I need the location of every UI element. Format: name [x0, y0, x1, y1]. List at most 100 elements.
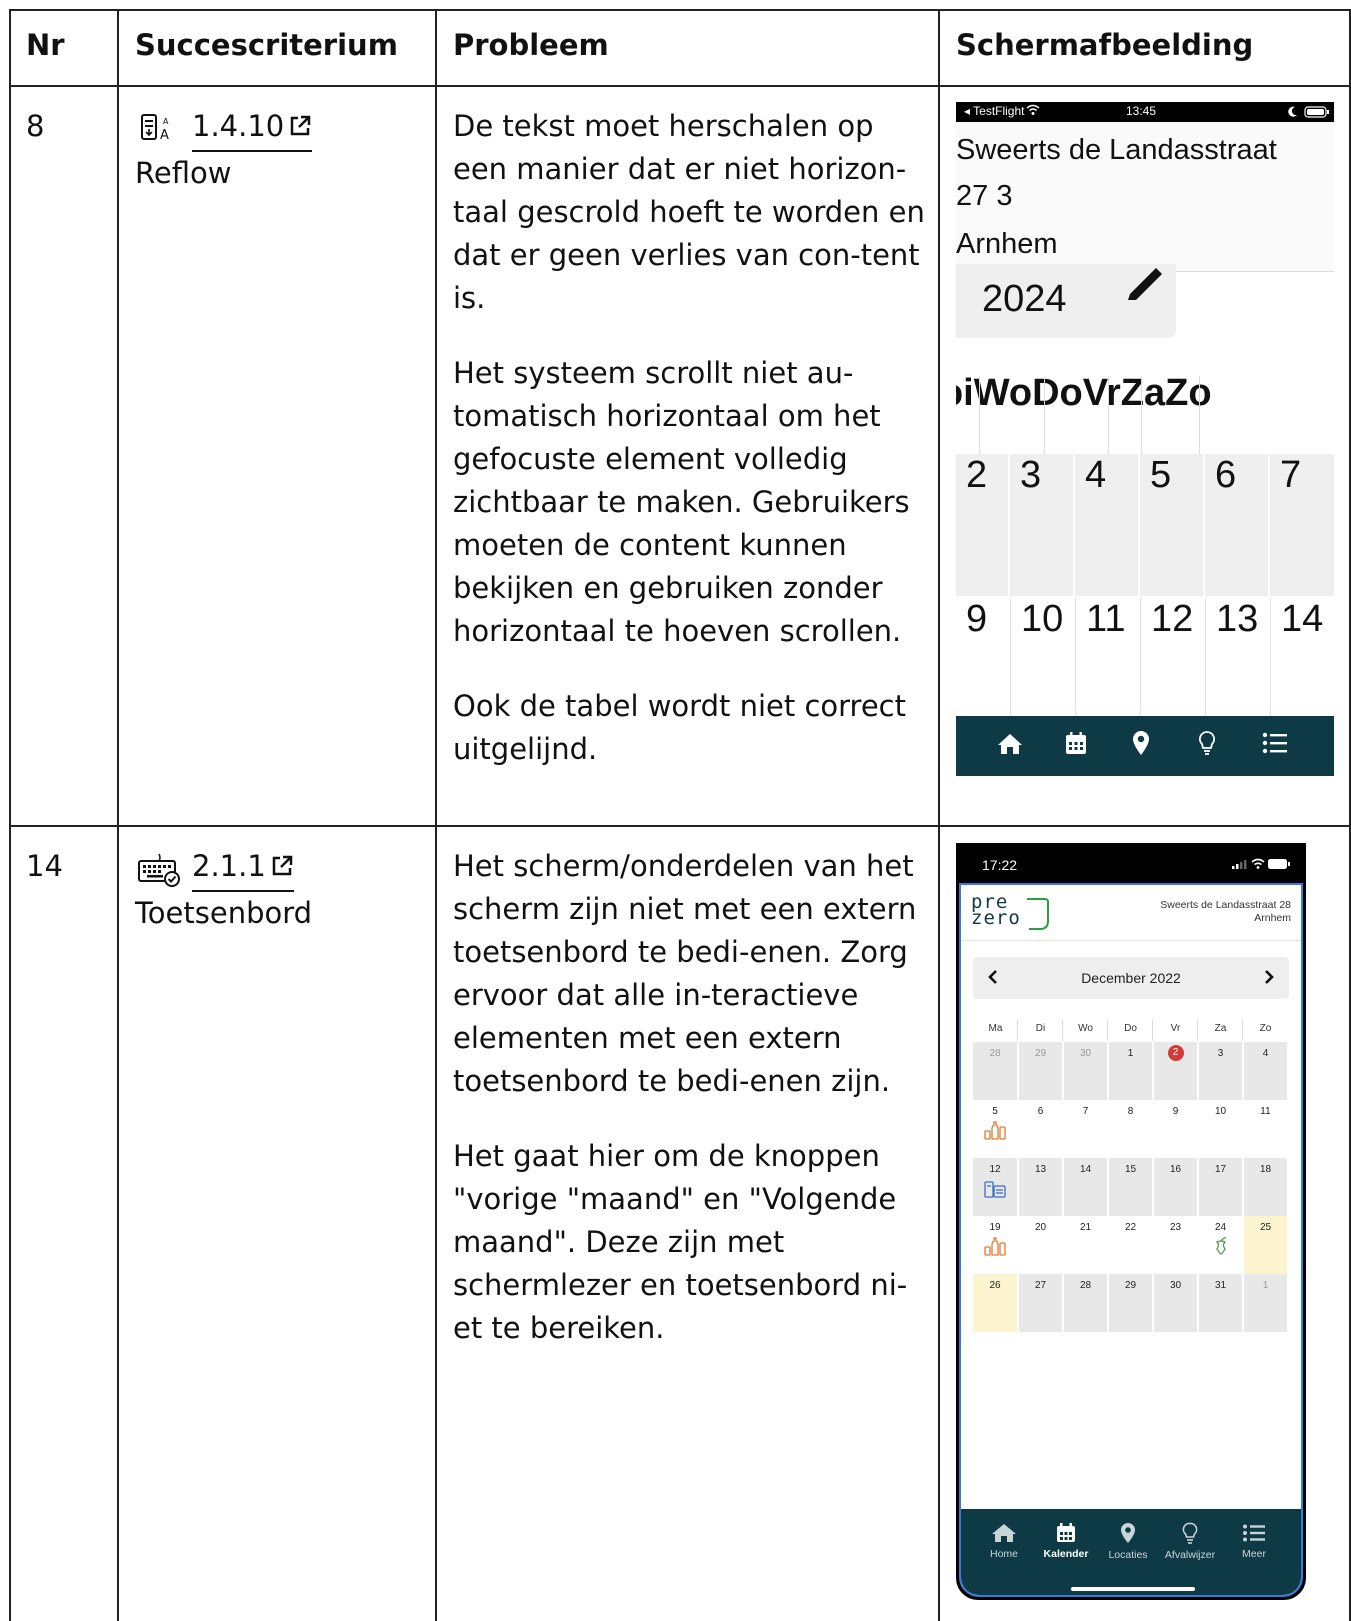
day-cell[interactable]: 14 — [1063, 1158, 1107, 1216]
day-cell[interactable]: 1 — [1108, 1042, 1152, 1100]
location-icon[interactable] — [1132, 730, 1150, 761]
criterion-code: 2.1.1 — [192, 849, 266, 883]
list-icon[interactable] — [1262, 732, 1288, 759]
day-cell[interactable]: 28 — [973, 1042, 1017, 1100]
day-cell[interactable]: 20 — [1018, 1216, 1062, 1274]
bottom-nav — [956, 716, 1334, 776]
day-cell[interactable]: 13 — [1018, 1158, 1062, 1216]
nav-home[interactable]: Home — [973, 1509, 1035, 1579]
day-cell[interactable]: 15 — [1108, 1158, 1152, 1216]
day-cell[interactable]: 28 — [1063, 1274, 1107, 1332]
day-cell[interactable]: 16 — [1153, 1158, 1197, 1216]
day-cell[interactable]: 25 — [1243, 1216, 1287, 1274]
weekday-label: Wo — [1078, 1023, 1093, 1034]
status-bar: ◂ TestFlight 13:45 — [956, 102, 1334, 122]
day-number: 5 — [992, 1106, 998, 1117]
day-cell[interactable]: 13 — [1205, 598, 1268, 716]
day-number: 22 — [1124, 1222, 1137, 1233]
day-cell[interactable]: 1 — [1243, 1274, 1287, 1332]
day-cell[interactable]: 3 — [1010, 454, 1073, 596]
day-cell[interactable]: 17 — [1198, 1158, 1242, 1216]
next-month-button[interactable] — [1263, 968, 1275, 989]
day-cell[interactable]: 6 — [1018, 1100, 1062, 1158]
day-cell[interactable]: 7 — [1270, 454, 1334, 596]
day-number: 26 — [989, 1280, 1001, 1291]
day-number: 16 — [1169, 1164, 1182, 1175]
nav-kalender[interactable]: Kalender — [1035, 1509, 1097, 1579]
day-cell[interactable]: 22 — [1108, 1216, 1152, 1274]
day-cell[interactable]: 11 — [1243, 1100, 1287, 1158]
bulb-icon[interactable] — [1198, 730, 1216, 761]
criterion-link-1-4-10[interactable]: 1.4.10 — [192, 105, 313, 152]
day-cell[interactable]: 6 — [1205, 454, 1268, 596]
day-number: 17 — [1214, 1164, 1227, 1175]
day-number: 12 — [989, 1164, 1001, 1175]
signal-icon — [1232, 857, 1292, 874]
day-number: 28 — [989, 1048, 1001, 1059]
day-cell[interactable]: 29 — [1108, 1274, 1152, 1332]
status-time: 13:45 — [1126, 104, 1157, 118]
day-cell[interactable]: 11 — [1075, 598, 1138, 716]
calendar-icon[interactable] — [1065, 731, 1087, 760]
calendar-icon — [1055, 1523, 1077, 1546]
day-cell[interactable]: 12 — [1140, 598, 1203, 716]
status-left: ◂ TestFlight — [964, 104, 1025, 118]
day-cell[interactable]: 18 — [1243, 1158, 1287, 1216]
problem-text: De tekst moet herschalen op een manier d… — [453, 105, 928, 803]
day-cell[interactable]: 23 — [1153, 1216, 1197, 1274]
day-cell[interactable]: 10 — [1010, 598, 1073, 716]
day-cell[interactable]: 7 — [1063, 1100, 1107, 1158]
problem-paragraph: Het scherm/onderdelen van het scherm zij… — [453, 849, 917, 1098]
criterion-code: 1.4.10 — [192, 109, 285, 143]
day-cell[interactable]: 5 — [1140, 454, 1203, 596]
day-cell[interactable]: 30 — [1153, 1274, 1197, 1332]
day-number: 3 — [1217, 1048, 1224, 1059]
bottles-waste-icon — [973, 1236, 1017, 1259]
problem-text: Het scherm/onderdelen van het scherm zij… — [453, 845, 928, 1382]
problem-paragraph: De tekst moet herschalen op een manier d… — [453, 109, 925, 315]
location-icon — [1120, 1522, 1136, 1547]
day-cell[interactable]: 9 — [1153, 1100, 1197, 1158]
day-cell[interactable]: 30 — [1063, 1042, 1107, 1100]
weekday-label: Vr — [1170, 1023, 1181, 1034]
day-cell[interactable]: 31 — [1198, 1274, 1242, 1332]
day-cell[interactable]: 26 — [973, 1274, 1017, 1332]
nav-afvalwijzer[interactable]: Afvalwijzer — [1159, 1509, 1221, 1579]
day-cell[interactable]: 10 — [1198, 1100, 1242, 1158]
pencil-icon[interactable] — [1126, 264, 1166, 305]
nav-label: Home — [989, 1548, 1018, 1560]
day-cell[interactable]: 2 — [1153, 1042, 1197, 1100]
day-cell[interactable]: 24 — [1198, 1216, 1242, 1274]
row-divider — [9, 825, 1351, 827]
address-line: Arnhem — [1254, 912, 1291, 924]
criterion-link-2-1-1[interactable]: 2.1.1 — [192, 845, 294, 892]
bottles-waste-icon — [973, 1120, 1017, 1143]
year-label: 2024 — [982, 278, 1067, 320]
criterion-name: Toetsenbord — [135, 896, 313, 930]
day-cell[interactable]: 29 — [1018, 1042, 1062, 1100]
day-number: 10 — [1214, 1106, 1227, 1117]
day-cell[interactable]: 2 — [956, 454, 1008, 596]
day-number: 30 — [1079, 1048, 1092, 1059]
day-cell[interactable]: 4 — [1075, 454, 1138, 596]
day-cell[interactable]: 14 — [1270, 598, 1334, 716]
day-cell[interactable]: 27 — [1018, 1274, 1062, 1332]
day-cell[interactable]: 8 — [1108, 1100, 1152, 1158]
day-cell[interactable]: 19 — [973, 1216, 1017, 1274]
day-number: 2 — [1167, 1045, 1184, 1061]
address-line: Arnhem — [956, 228, 1058, 260]
home-icon[interactable] — [996, 732, 1024, 761]
day-cell[interactable]: 9 — [956, 598, 1008, 716]
paper-waste-icon — [973, 1178, 1017, 1201]
prezero-logo: pre zero — [971, 891, 1049, 930]
column-divider — [117, 9, 119, 1621]
day-cell[interactable]: 5 — [973, 1100, 1017, 1158]
calendar-grid: 2 3 4 5 6 7 9 10 11 12 13 14 — [956, 454, 1334, 716]
nav-locaties[interactable]: Locaties — [1097, 1509, 1159, 1579]
day-cell[interactable]: 21 — [1063, 1216, 1107, 1274]
nav-meer[interactable]: Meer — [1223, 1509, 1285, 1579]
day-cell[interactable]: 12 — [973, 1158, 1017, 1216]
day-cell[interactable]: 3 — [1198, 1042, 1242, 1100]
weekday-label: Za — [1214, 1023, 1227, 1034]
day-cell[interactable]: 4 — [1243, 1042, 1287, 1100]
